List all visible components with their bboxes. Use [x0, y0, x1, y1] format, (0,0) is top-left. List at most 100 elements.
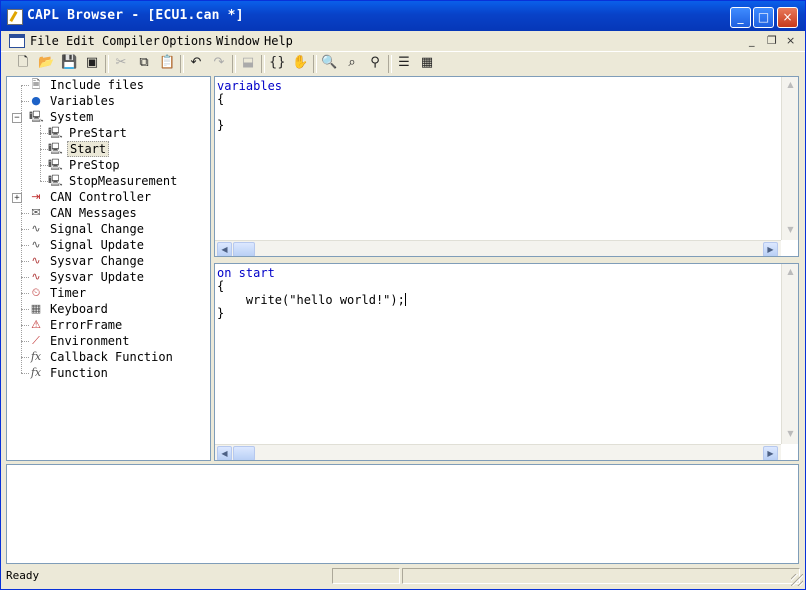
sysvar-icon: ∿	[31, 270, 41, 283]
scroll-thumb[interactable]	[233, 446, 255, 460]
mdi-restore-button[interactable]: ❐	[767, 34, 777, 47]
minimize-button[interactable]: _	[730, 7, 751, 28]
find-icon[interactable]: 🔍	[321, 55, 337, 71]
toolbar-separator	[313, 55, 317, 73]
tree-line	[21, 261, 29, 262]
close-button[interactable]: ×	[777, 7, 798, 28]
new-file-icon[interactable]: 🗋	[15, 55, 31, 71]
toolbar-separator	[261, 55, 265, 73]
scroll-up-icon[interactable]: ▲	[783, 265, 798, 280]
menu-window[interactable]: Window	[216, 34, 259, 48]
handler-editor[interactable]: on start { write("hello world!"); } ▲ ▼ …	[214, 263, 799, 461]
variables-editor[interactable]: variables { } ▲ ▼ ◀ ▶	[214, 76, 799, 257]
sysvar-icon: ∿	[31, 254, 41, 267]
tree-item-label: Variables	[50, 94, 116, 108]
tree-line	[21, 277, 29, 278]
scroll-left-icon[interactable]: ◀	[217, 446, 232, 460]
compile-all-icon[interactable]: ✋	[292, 55, 308, 71]
tree-item-label: StopMeasurement	[69, 174, 178, 188]
open-folder-icon[interactable]: 📂	[38, 55, 54, 71]
code-line: write("hello world!");	[217, 293, 405, 307]
tree-item-label: Environment	[50, 334, 130, 348]
find-prev-icon[interactable]: ⚲	[367, 55, 383, 71]
toolbar-separator	[180, 55, 184, 73]
menu-bar: File Edit Compiler Options Window Help _…	[1, 31, 805, 51]
computer-icon: 🖳	[48, 158, 63, 171]
tree-item-label: Include files	[50, 78, 144, 92]
copy-icon[interactable]: ⧉	[136, 55, 152, 71]
text-caret	[404, 293, 406, 306]
tree-item-label: Sysvar Update	[50, 270, 144, 284]
scroll-left-icon[interactable]: ◀	[217, 242, 232, 256]
tree-item-label: ErrorFrame	[50, 318, 123, 332]
mdi-minimize-button[interactable]: _	[749, 34, 755, 47]
paste-disabled-icon[interactable]: ⬓	[240, 55, 256, 71]
database-icon[interactable]: ☰	[396, 55, 412, 71]
tree-line	[40, 133, 48, 134]
tree-line	[21, 309, 29, 310]
environment-icon: ⟋	[32, 334, 40, 347]
scroll-thumb[interactable]	[233, 242, 255, 256]
mdi-close-button[interactable]: ×	[786, 34, 795, 47]
save-icon[interactable]: 💾	[61, 55, 77, 71]
tree-line	[21, 373, 29, 374]
system-collapse-toggle[interactable]: −	[12, 113, 22, 123]
horizontal-scrollbar[interactable]: ◀ ▶	[215, 240, 781, 256]
tree-line	[21, 101, 29, 102]
redo-icon[interactable]: ↷	[211, 55, 227, 71]
computer-icon: 🖳	[48, 142, 63, 155]
scroll-right-icon[interactable]: ▶	[763, 242, 778, 256]
code-line: }	[217, 306, 225, 320]
find-next-icon[interactable]: ⌕	[344, 55, 360, 71]
code-line: on start	[217, 266, 275, 280]
scroll-down-icon[interactable]: ▼	[783, 427, 798, 442]
title-bar[interactable]: CAPL Browser - [ECU1.can *] _ □ ×	[1, 1, 805, 31]
scroll-down-icon[interactable]: ▼	[783, 223, 798, 238]
vertical-scrollbar[interactable]: ▲ ▼	[781, 264, 798, 444]
code-line: variables	[217, 79, 283, 93]
scroll-up-icon[interactable]: ▲	[783, 78, 798, 93]
document-window-icon[interactable]	[9, 34, 25, 48]
menu-edit[interactable]: Edit	[66, 34, 95, 48]
cut-icon[interactable]: ✂	[113, 55, 129, 71]
maximize-button[interactable]: □	[753, 7, 774, 28]
horizontal-scrollbar[interactable]: ◀ ▶	[215, 444, 781, 460]
tree-item-label: CAN Controller	[50, 190, 152, 204]
tree-line	[21, 229, 29, 230]
toolbar-separator	[388, 55, 392, 73]
scroll-right-icon[interactable]: ▶	[763, 446, 778, 460]
can-controller-expand-toggle[interactable]: +	[12, 193, 22, 203]
computer-icon: 🖳	[29, 110, 44, 123]
vertical-scrollbar[interactable]: ▲ ▼	[781, 77, 798, 240]
tree-item-label: CAN Messages	[50, 206, 137, 220]
tree-line	[21, 245, 29, 246]
tree-item-label: Start	[67, 141, 110, 157]
handler-code[interactable]: on start { write("hello world!"); }	[217, 267, 406, 320]
tree-item-label: Signal Change	[50, 222, 144, 236]
computer-icon: 🖳	[48, 126, 63, 139]
tree-item-label: Signal Update	[50, 238, 144, 252]
paste-icon[interactable]: 📋	[159, 55, 175, 71]
event-tree[interactable]: − + 🗎 Include files ● Variables 🖳 System…	[6, 76, 211, 461]
toolbar-separator	[105, 55, 109, 73]
menu-options[interactable]: Options	[162, 34, 213, 48]
tree-item-label: Function	[50, 366, 108, 380]
undo-icon[interactable]: ↶	[188, 55, 204, 71]
compile-icon[interactable]: {}	[269, 55, 286, 71]
save-all-icon[interactable]: ▣	[84, 55, 100, 71]
error-frame-icon: ⚠	[31, 318, 41, 331]
tree-line	[21, 341, 29, 342]
variables-code[interactable]: variables { }	[217, 80, 282, 132]
symbols-icon[interactable]: ▦	[419, 55, 435, 71]
keyboard-icon: ▦	[30, 302, 42, 315]
toolbar: 🗋 📂 💾 ▣ ✂ ⧉ 📋 ↶ ↷ ⬓ {} ✋ 🔍 ⌕ ⚲ ☰ ▦	[1, 51, 805, 76]
output-pane[interactable]	[6, 464, 799, 564]
tree-item-label: PreStop	[69, 158, 120, 172]
globe-icon: ●	[31, 94, 41, 107]
signal-wave-icon: ∿	[31, 222, 41, 235]
menu-compiler[interactable]: Compiler	[102, 34, 160, 48]
menu-help[interactable]: Help	[264, 34, 293, 48]
status-pane	[332, 568, 400, 584]
menu-file[interactable]: File	[30, 34, 59, 48]
resize-grip-icon[interactable]	[791, 574, 803, 586]
